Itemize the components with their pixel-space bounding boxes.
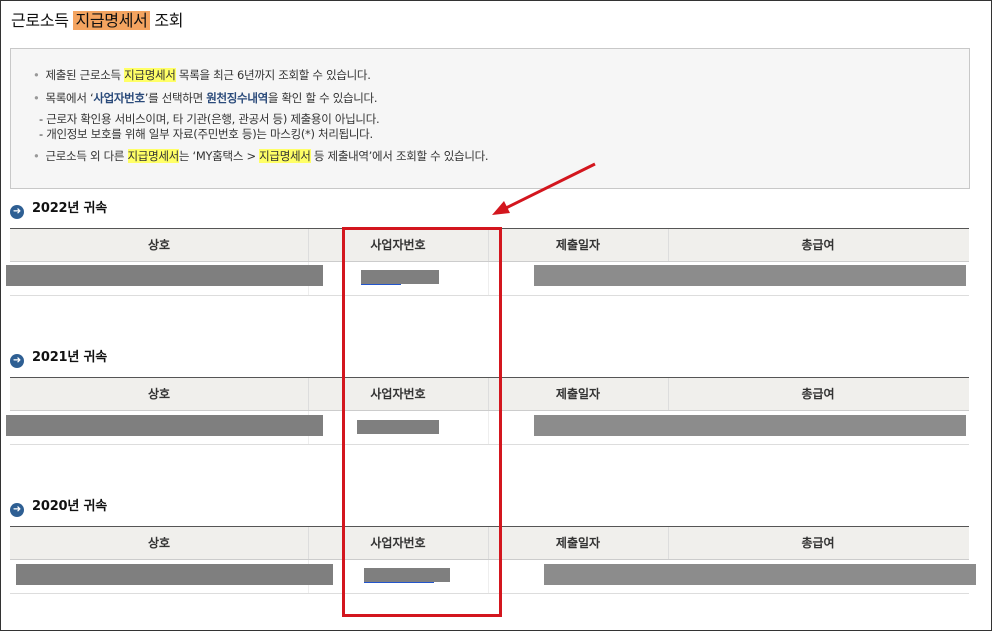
annotation-arrow-line (505, 162, 596, 210)
annotation-arrow-head (492, 201, 510, 215)
annotation-arrow-icon (492, 162, 596, 215)
